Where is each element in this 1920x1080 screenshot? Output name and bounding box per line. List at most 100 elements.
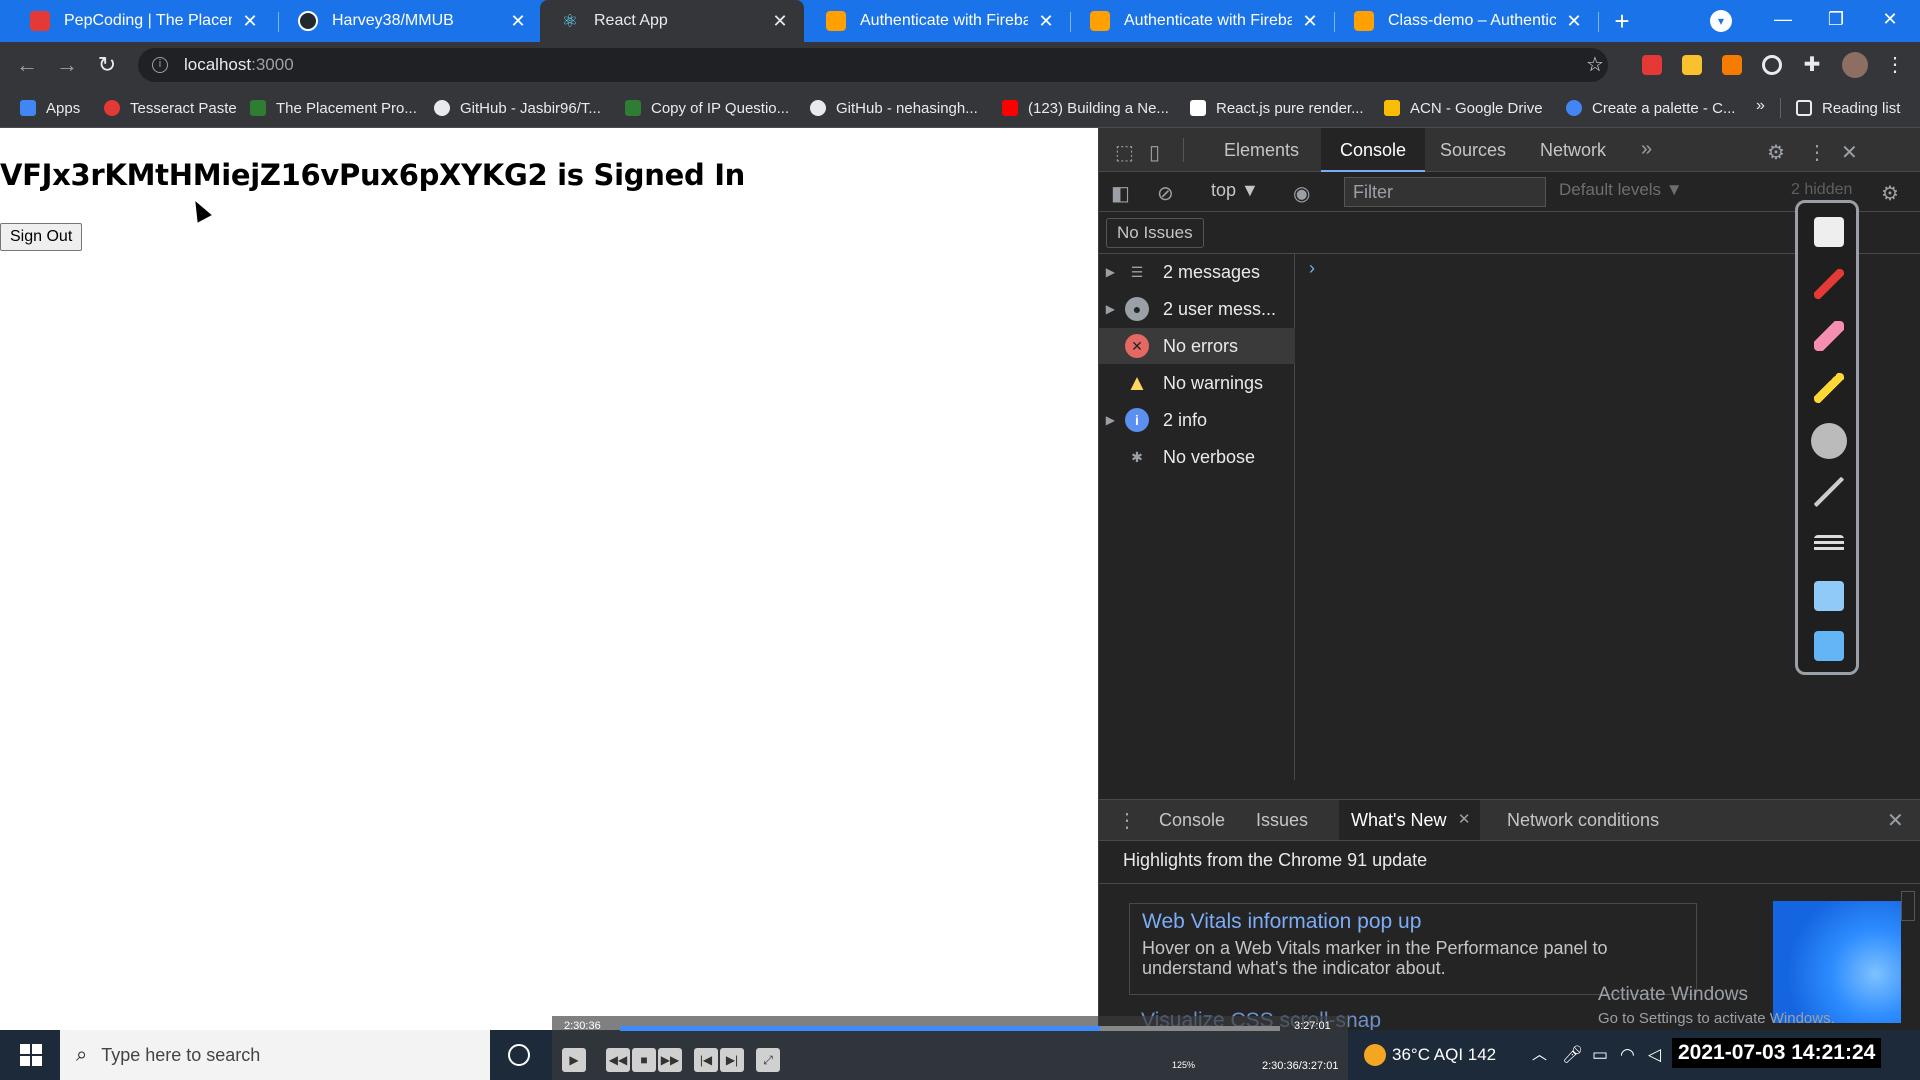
clear-console-icon[interactable]: ⊘ <box>1157 181 1174 206</box>
next-icon[interactable]: ▶| <box>720 1048 744 1072</box>
cortana-icon[interactable] <box>508 1044 530 1066</box>
bookmark-github-neha[interactable]: GitHub - nehasingh... <box>810 97 978 119</box>
bookmark-apps[interactable]: Apps <box>20 97 80 119</box>
live-expression-eye-icon[interactable]: ◉ <box>1293 181 1310 206</box>
site-info-icon[interactable]: i <box>152 57 168 73</box>
console-filter-input[interactable]: Filter <box>1344 177 1546 207</box>
more-tabs-button[interactable]: » <box>1641 138 1652 161</box>
bookmarks-overflow-button[interactable]: » <box>1756 97 1765 115</box>
sidebar-toggle-icon[interactable]: ◧ <box>1111 181 1130 206</box>
extensions-puzzle-icon[interactable]: ✚ <box>1802 55 1822 75</box>
tab-sources[interactable]: Sources <box>1421 128 1525 172</box>
address-bar[interactable]: i localhost:3000 ☆ <box>138 48 1608 82</box>
bookmark-ip-questions[interactable]: Copy of IP Questio... <box>625 97 789 119</box>
forward-arrow-icon[interactable]: → <box>52 50 82 80</box>
bookmark-youtube[interactable]: (123) Building a Ne... <box>1002 97 1169 119</box>
tab-close-icon[interactable]: ✕ <box>1300 11 1320 32</box>
extension-target-icon[interactable] <box>1762 55 1782 75</box>
console-settings-gear-icon[interactable]: ⚙ <box>1881 181 1899 206</box>
extension-red-icon[interactable] <box>1642 55 1662 75</box>
taskbar-search-box[interactable]: ⌕ Type here to search <box>60 1030 490 1080</box>
window-capture-icon[interactable] <box>1814 631 1844 661</box>
keyboard-icon[interactable] <box>1814 535 1844 553</box>
expand-triangle-icon[interactable]: ▶ <box>1099 265 1125 279</box>
play-icon[interactable]: ▶ <box>562 1048 586 1072</box>
tab-pepcoding[interactable]: PepCoding | The Placement ✕ <box>10 0 274 42</box>
devtools-menu-icon[interactable]: ⋮ <box>1807 140 1827 165</box>
tab-close-icon[interactable]: ✕ <box>770 11 790 32</box>
new-tab-button[interactable]: + <box>1608 8 1636 36</box>
laser-pen-icon[interactable] <box>1814 477 1844 507</box>
sidebar-item-messages[interactable]: ▶ ☰ 2 messages <box>1099 254 1295 290</box>
minimize-button[interactable]: — <box>1755 0 1811 38</box>
tab-console[interactable]: Console <box>1321 128 1426 172</box>
sidebar-item-warnings[interactable]: ▲ No warnings <box>1099 365 1295 401</box>
windows-start-icon[interactable] <box>20 1044 42 1066</box>
microphone-icon[interactable]: 🎤︎ <box>1562 1030 1584 1080</box>
tab-network[interactable]: Network <box>1521 128 1625 172</box>
wifi-icon[interactable]: ◠ <box>1620 1030 1635 1080</box>
drawer-tab-close-icon[interactable]: ✕ <box>1458 800 1471 840</box>
tab-firebase-1[interactable]: Authenticate with Firebase ✕ <box>806 0 1070 42</box>
battery-icon[interactable]: ▭ <box>1592 1030 1608 1080</box>
sign-out-button[interactable]: Sign Out <box>0 223 83 251</box>
tab-close-icon[interactable]: ✕ <box>508 11 528 32</box>
context-selector[interactable]: top ▼ <box>1211 180 1259 201</box>
expand-triangle-icon[interactable]: ▶ <box>1099 302 1125 316</box>
bookmark-palette[interactable]: Create a palette - C... <box>1566 97 1735 119</box>
whiteboard-icon[interactable] <box>1814 217 1844 247</box>
menu-dots-icon[interactable]: ⋮ <box>1885 52 1905 77</box>
whats-new-card[interactable]: Web Vitals information pop up Hover on a… <box>1129 903 1697 995</box>
tab-class-demo[interactable]: Class-demo – Authenticatio ✕ <box>1334 0 1598 42</box>
media-progress-bar[interactable] <box>620 1026 1280 1031</box>
highlighter-icon[interactable] <box>1814 373 1844 403</box>
weather-text[interactable]: 36°C AQI 142 <box>1392 1030 1496 1080</box>
sidebar-item-info[interactable]: ▶ i 2 info <box>1099 402 1295 438</box>
bookmark-reactjs[interactable]: React.js pure render... <box>1190 97 1364 119</box>
screen-capture-icon[interactable] <box>1814 581 1844 611</box>
bookmark-github-jasbir[interactable]: GitHub - Jasbir96/T... <box>434 97 601 119</box>
tab-close-icon[interactable]: ✕ <box>240 11 260 32</box>
expand-triangle-icon[interactable]: ▶ <box>1099 413 1125 427</box>
drawer-close-icon[interactable]: ✕ <box>1887 808 1904 833</box>
weather-sun-icon[interactable] <box>1364 1044 1386 1066</box>
tab-close-icon[interactable]: ✕ <box>1564 11 1584 32</box>
restore-button[interactable]: ❐ <box>1808 0 1864 38</box>
console-prompt-icon[interactable]: › <box>1309 258 1315 279</box>
previous-icon[interactable]: |◀ <box>694 1048 718 1072</box>
sidebar-item-verbose[interactable]: ✱ No verbose <box>1099 439 1295 475</box>
log-levels-dropdown[interactable]: Default levels ▼ <box>1559 180 1683 200</box>
stop-icon[interactable]: ■ <box>632 1048 656 1072</box>
bookmark-tesseract[interactable]: Tesseract Paste <box>104 97 237 119</box>
tab-firebase-2[interactable]: Authenticate with Firebase ✕ <box>1070 0 1334 42</box>
scrollbar-thumb[interactable] <box>1901 891 1915 921</box>
window-close-button[interactable]: ✕ <box>1862 0 1918 38</box>
tab-elements[interactable]: Elements <box>1205 128 1318 172</box>
pointer-icon[interactable] <box>1811 423 1847 459</box>
tab-close-icon[interactable]: ✕ <box>1036 11 1056 32</box>
drawer-tab-console[interactable]: Console <box>1147 800 1237 840</box>
tab-react-app[interactable]: ⚛ React App ✕ <box>540 0 804 42</box>
device-toolbar-icon[interactable]: ▯ <box>1149 140 1160 165</box>
drawer-menu-icon[interactable]: ⋮ <box>1117 808 1137 833</box>
eraser-icon[interactable] <box>1814 321 1844 351</box>
bookmark-acn-drive[interactable]: ACN - Google Drive <box>1384 97 1543 119</box>
volume-level[interactable]: 125% <box>1172 1060 1195 1070</box>
rewind-icon[interactable]: ◀◀ <box>606 1048 630 1072</box>
sidebar-item-errors[interactable]: ✕ No errors <box>1099 328 1295 364</box>
drawer-tab-network-conditions[interactable]: Network conditions <box>1495 800 1671 840</box>
sidebar-item-user-messages[interactable]: ▶ ● 2 user mess... <box>1099 291 1295 327</box>
settings-gear-icon[interactable]: ⚙ <box>1767 140 1785 165</box>
drawer-tab-whats-new[interactable]: What's New ✕ <box>1339 800 1481 840</box>
extension-w-icon[interactable] <box>1682 55 1702 75</box>
devtools-close-icon[interactable]: ✕ <box>1841 140 1858 165</box>
reading-list-button[interactable]: Reading list <box>1796 97 1900 119</box>
tab-search-icon[interactable]: ▾ <box>1710 10 1732 32</box>
drawer-tab-issues[interactable]: Issues <box>1244 800 1320 840</box>
fast-forward-icon[interactable]: ▶▶ <box>658 1048 682 1072</box>
speaker-icon[interactable]: ◁ <box>1648 1030 1661 1080</box>
reload-icon[interactable]: ↻ <box>92 50 122 80</box>
bookmark-placement[interactable]: The Placement Pro... <box>250 97 417 119</box>
fullscreen-icon[interactable]: ⤢ <box>756 1048 780 1072</box>
pen-icon[interactable] <box>1814 269 1844 299</box>
